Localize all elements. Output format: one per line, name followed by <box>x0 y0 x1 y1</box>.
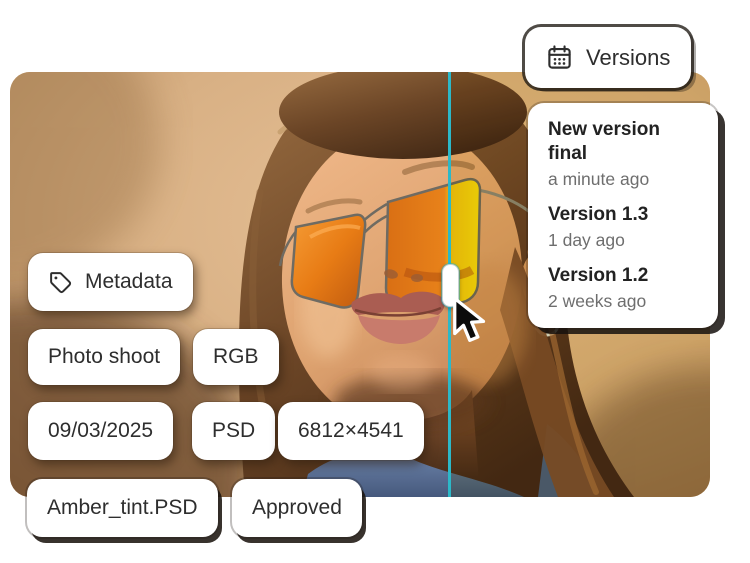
pill-filename[interactable]: Amber_tint.PSD <box>27 479 218 537</box>
version-name: New version final <box>548 118 698 166</box>
pill-date-label: 09/03/2025 <box>48 419 153 443</box>
pill-format-label: PSD <box>212 419 255 443</box>
pill-dimensions[interactable]: 6812×4541 <box>278 402 424 460</box>
tag-icon <box>48 270 73 295</box>
pill-status-label: Approved <box>252 496 342 520</box>
pill-date[interactable]: 09/03/2025 <box>28 402 173 460</box>
version-time: a minute ago <box>548 168 698 191</box>
version-item-1-2[interactable]: Version 1.2 2 weeks ago <box>548 264 698 313</box>
version-item-1-3[interactable]: Version 1.3 1 day ago <box>548 203 698 252</box>
calendar-icon <box>546 44 573 71</box>
versions-button[interactable]: Versions <box>525 27 691 88</box>
pill-tag-label: Photo shoot <box>48 345 160 369</box>
metadata-button-label: Metadata <box>85 270 173 294</box>
version-item-current[interactable]: New version final a minute ago <box>548 118 698 191</box>
version-name: Version 1.3 <box>548 203 698 227</box>
metadata-button[interactable]: Metadata <box>28 253 193 311</box>
cursor-arrow-icon <box>451 296 491 346</box>
pill-format[interactable]: PSD <box>192 402 275 460</box>
pill-color-mode[interactable]: RGB <box>193 329 279 385</box>
versions-panel: New version final a minute ago Version 1… <box>528 103 718 328</box>
pill-filename-label: Amber_tint.PSD <box>47 496 198 520</box>
versions-button-label: Versions <box>586 45 670 71</box>
pill-status[interactable]: Approved <box>232 479 362 537</box>
pill-tag[interactable]: Photo shoot <box>28 329 180 385</box>
pill-dimensions-label: 6812×4541 <box>298 419 404 443</box>
version-time: 2 weeks ago <box>548 290 698 313</box>
pill-color-mode-label: RGB <box>213 345 259 369</box>
version-name: Version 1.2 <box>548 264 698 288</box>
version-time: 1 day ago <box>548 229 698 252</box>
